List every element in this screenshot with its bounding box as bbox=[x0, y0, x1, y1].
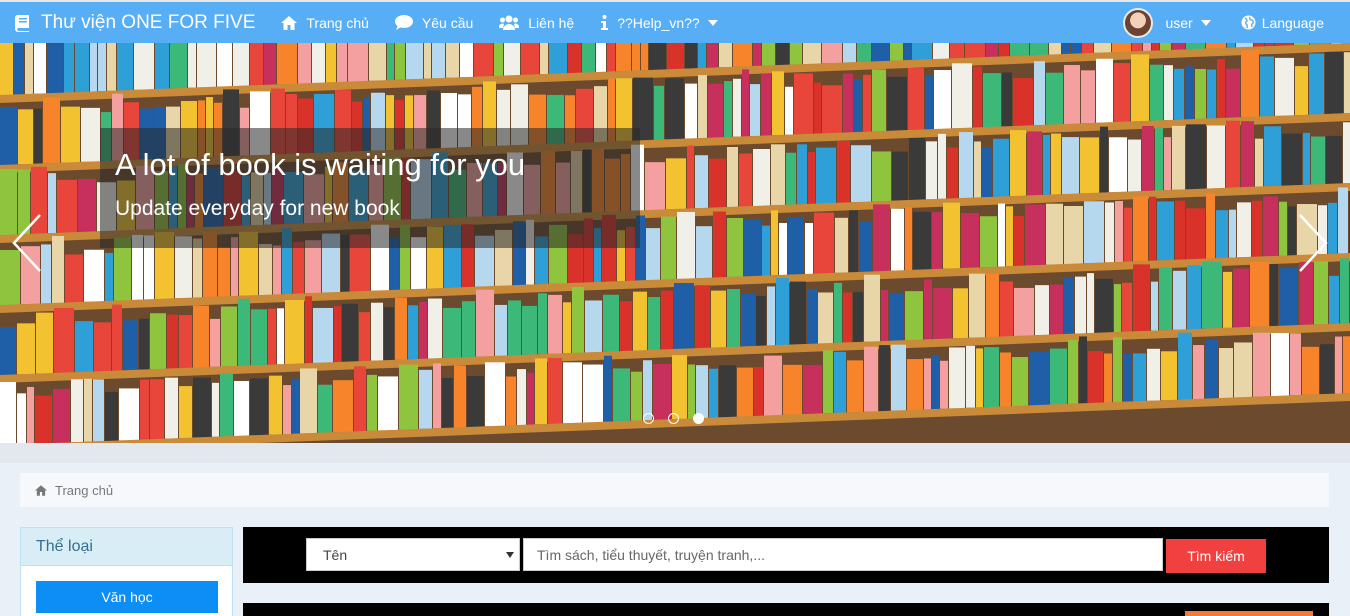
brand-link[interactable]: Thư viện ONE FOR FIVE bbox=[14, 12, 255, 34]
language-menu[interactable]: Language bbox=[1241, 15, 1324, 31]
search-bar: Tên Tìm kiếm bbox=[243, 527, 1329, 583]
search-input[interactable] bbox=[523, 538, 1163, 571]
nav-item-contact[interactable]: Liên hệ bbox=[499, 15, 574, 31]
top-navbar: Thư viện ONE FOR FIVE Trang chủ Yêu cầu … bbox=[0, 0, 1350, 43]
nav-item-requests[interactable]: Yêu cầu bbox=[394, 14, 474, 31]
category-button[interactable]: Văn học bbox=[36, 581, 218, 613]
language-label: Language bbox=[1261, 14, 1324, 31]
comment-icon bbox=[394, 15, 413, 30]
nav-item-label: ??Help_vn?? bbox=[617, 14, 700, 31]
nav-item-home[interactable]: Trang chủ bbox=[281, 15, 369, 31]
users-icon bbox=[499, 15, 520, 30]
globe-icon bbox=[1241, 15, 1256, 30]
caret-down-icon bbox=[506, 552, 514, 558]
sidebar-heading: Thể loại bbox=[21, 528, 232, 566]
nav-item-label: Yêu cầu bbox=[421, 14, 474, 31]
carousel-caption: A lot of book is waiting for you Update … bbox=[100, 128, 640, 248]
user-menu[interactable]: user bbox=[1165, 14, 1211, 31]
carousel-indicator[interactable] bbox=[693, 413, 704, 424]
home-icon bbox=[35, 484, 47, 496]
breadcrumb-home-link[interactable]: Trang chủ bbox=[55, 483, 113, 498]
carousel-indicators bbox=[643, 413, 704, 424]
carousel-title: A lot of book is waiting for you bbox=[115, 147, 526, 182]
search-field-select[interactable]: Tên bbox=[306, 538, 520, 571]
section-divider bbox=[0, 443, 1350, 463]
content-panel bbox=[243, 603, 1329, 616]
carousel-prev-button[interactable] bbox=[10, 213, 46, 273]
brand-title: Thư viện ONE FOR FIVE bbox=[41, 11, 256, 33]
search-field-value: Tên bbox=[323, 546, 348, 563]
chevron-right-icon bbox=[1299, 214, 1328, 272]
chevron-down-icon bbox=[707, 19, 718, 26]
info-icon bbox=[601, 15, 609, 30]
user-name: user bbox=[1165, 14, 1193, 31]
nav-item-help[interactable]: ??Help_vn?? bbox=[600, 15, 718, 31]
panel-action-button[interactable] bbox=[1185, 611, 1313, 616]
carousel-indicator[interactable] bbox=[668, 413, 679, 424]
carousel-subtitle: Update everyday for new book bbox=[115, 197, 400, 220]
chevron-down-icon bbox=[1200, 19, 1211, 26]
home-icon bbox=[281, 15, 298, 30]
nav-item-label: Liên hệ bbox=[528, 14, 575, 31]
carousel-indicator[interactable] bbox=[643, 413, 654, 424]
search-button[interactable]: Tìm kiếm bbox=[1166, 539, 1266, 573]
nav-item-label: Trang chủ bbox=[306, 14, 369, 31]
hero-carousel: A lot of book is waiting for you Update … bbox=[0, 43, 1350, 443]
book-icon bbox=[14, 14, 29, 32]
nav-right: user Language bbox=[1123, 2, 1350, 43]
carousel-next-button[interactable] bbox=[1294, 213, 1330, 273]
chevron-left-icon bbox=[12, 214, 41, 272]
breadcrumb: Trang chủ bbox=[20, 473, 1329, 507]
avatar[interactable] bbox=[1123, 7, 1154, 38]
category-sidebar: Thể loại Văn học bbox=[20, 527, 233, 616]
